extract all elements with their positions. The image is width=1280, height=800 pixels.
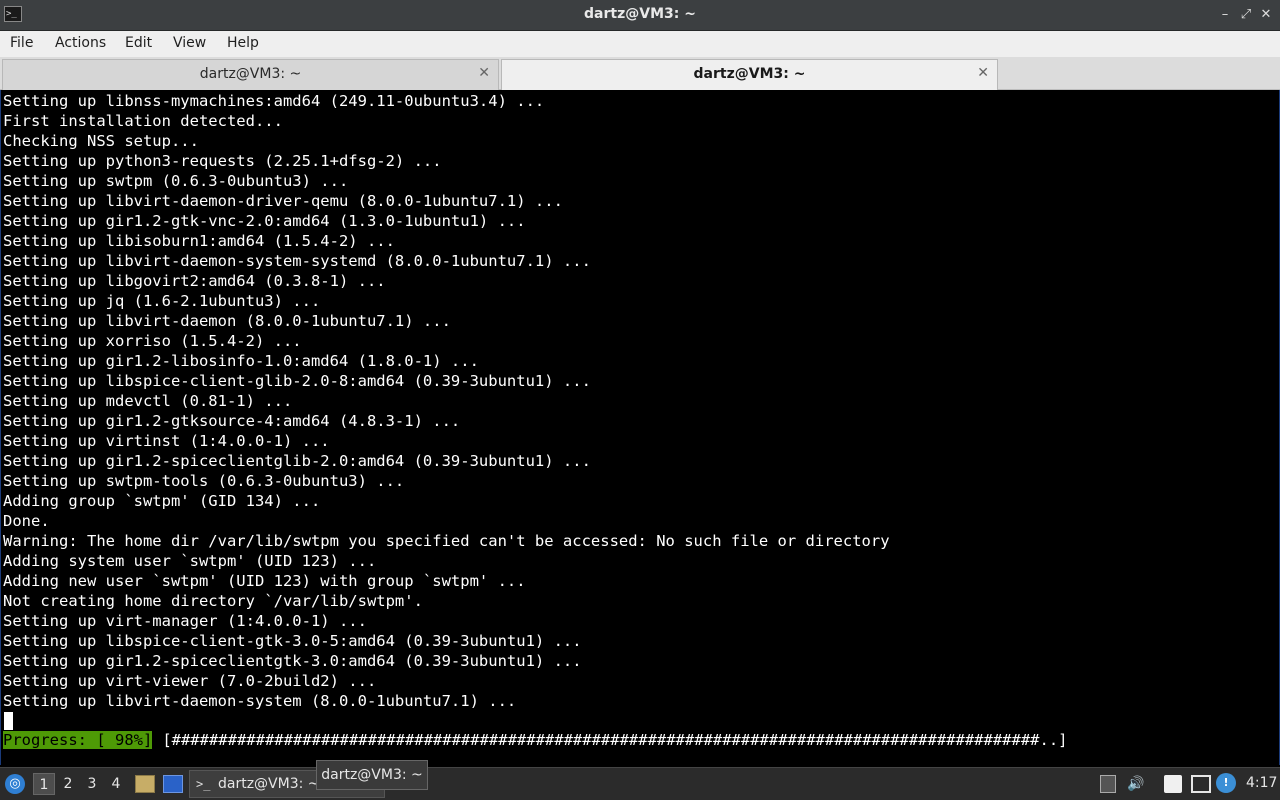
terminal-line: Setting up python3-requests (2.25.1+dfsg…	[3, 152, 442, 170]
tab-label: dartz@VM3: ~	[199, 66, 302, 82]
file-manager-icon[interactable]	[135, 775, 155, 793]
workspace-2[interactable]: 2	[57, 773, 79, 795]
clipboard-icon[interactable]	[1164, 775, 1182, 793]
terminal-line: First installation detected...	[3, 112, 283, 130]
terminal-line: Setting up libvirt-daemon-system (8.0.0-…	[3, 692, 517, 710]
apt-progress: Progress: [ 98%] [#######################…	[3, 730, 1068, 750]
tab-bar: dartz@VM3: ~ ✕ dartz@VM3: ~ ✕	[0, 57, 1280, 91]
taskbar: ◎ 1 2 3 4 >_ dartz@VM3: ~ 🔊 ! 4:17	[0, 767, 1280, 800]
terminal-icon: >_	[196, 777, 211, 791]
terminal-line: Setting up xorriso (1.5.4-2) ...	[3, 332, 302, 350]
terminal-line: Setting up libvirt-daemon (8.0.0-1ubuntu…	[3, 312, 451, 330]
terminal-line: Adding new user `swtpm' (UID 123) with g…	[3, 572, 526, 590]
close-button[interactable]: ✕	[1257, 5, 1275, 25]
terminal-line: Setting up libvirt-daemon-system-systemd…	[3, 252, 591, 270]
tab-label: dartz@VM3: ~	[693, 66, 806, 82]
progress-label: Progress: [ 98%]	[3, 731, 153, 749]
show-desktop-icon[interactable]	[163, 775, 183, 793]
terminal-output: Setting up libnss-mymachines:amd64 (249.…	[3, 91, 890, 711]
menu-file[interactable]: File	[10, 35, 33, 51]
menu-bar: File Actions Edit View Help	[0, 31, 1280, 57]
terminal-line: Setting up virtinst (1:4.0.0-1) ...	[3, 432, 330, 450]
terminal-line: Adding group `swtpm' (GID 134) ...	[3, 492, 321, 510]
tab-terminal-2[interactable]: dartz@VM3: ~ ✕	[501, 59, 998, 91]
terminal-line: Setting up gir1.2-spiceclientglib-2.0:am…	[3, 452, 591, 470]
terminal-line: Done.	[3, 512, 50, 530]
window-title: dartz@VM3: ~	[584, 6, 696, 22]
task-label: dartz@VM3: ~	[218, 776, 320, 792]
terminal-line: Checking NSS setup...	[3, 132, 199, 150]
terminal-line: Setting up libgovirt2:amd64 (0.3.8-1) ..…	[3, 272, 386, 290]
menu-help[interactable]: Help	[227, 35, 259, 51]
terminal-line: Setting up swtpm-tools (0.6.3-0ubuntu3) …	[3, 472, 405, 490]
terminal-line: Setting up swtpm (0.6.3-0ubuntu3) ...	[3, 172, 349, 190]
terminal-line: Setting up gir1.2-gtk-vnc-2.0:amd64 (1.3…	[3, 212, 526, 230]
terminal-line: Setting up libvirt-daemon-driver-qemu (8…	[3, 192, 563, 210]
task-tooltip: dartz@VM3: ~	[316, 760, 428, 790]
terminal-view[interactable]: Setting up libnss-mymachines:amd64 (249.…	[0, 90, 1280, 765]
terminal-line: Setting up libnss-mymachines:amd64 (249.…	[3, 92, 545, 110]
terminal-line: Setting up jq (1.6-2.1ubuntu3) ...	[3, 292, 321, 310]
terminal-line: Not creating home directory `/var/lib/sw…	[3, 592, 423, 610]
menu-edit[interactable]: Edit	[125, 35, 152, 51]
terminal-line: Setting up libspice-client-glib-2.0-8:am…	[3, 372, 591, 390]
terminal-cursor	[4, 712, 13, 730]
workspace-1[interactable]: 1	[33, 773, 55, 795]
menu-actions[interactable]: Actions	[55, 35, 106, 51]
terminal-line: Setting up gir1.2-libosinfo-1.0:amd64 (1…	[3, 352, 479, 370]
start-menu-icon[interactable]: ◎	[5, 774, 25, 794]
tab-close-icon[interactable]: ✕	[478, 65, 490, 81]
clock[interactable]: 4:17	[1246, 775, 1277, 791]
terminal-line: Setting up libspice-client-gtk-3.0-5:amd…	[3, 632, 582, 650]
terminal-line: Setting up virt-manager (1:4.0.0-1) ...	[3, 612, 367, 630]
terminal-line: Adding system user `swtpm' (UID 123) ...	[3, 552, 377, 570]
menu-view[interactable]: View	[173, 35, 206, 51]
maximize-button[interactable]: ⤢	[1237, 5, 1255, 25]
terminal-line: Warning: The home dir /var/lib/swtpm you…	[3, 532, 890, 550]
terminal-line: Setting up libisoburn1:amd64 (1.5.4-2) .…	[3, 232, 395, 250]
window-titlebar[interactable]: >_ dartz@VM3: ~ – ⤢ ✕	[0, 0, 1280, 31]
progress-bar: [#######################################…	[162, 731, 1068, 749]
eject-icon[interactable]	[1100, 775, 1116, 793]
tab-close-icon[interactable]: ✕	[977, 65, 989, 81]
workspace-4[interactable]: 4	[105, 773, 127, 795]
minimize-button[interactable]: –	[1216, 5, 1234, 25]
terminal-line: Setting up gir1.2-gtksource-4:amd64 (4.8…	[3, 412, 461, 430]
terminal-line: Setting up gir1.2-spiceclientgtk-3.0:amd…	[3, 652, 582, 670]
terminal-line: Setting up mdevctl (0.81-1) ...	[3, 392, 293, 410]
network-icon[interactable]	[1191, 775, 1211, 793]
terminal-line: Setting up virt-viewer (7.0-2build2) ...	[3, 672, 377, 690]
tab-terminal-1[interactable]: dartz@VM3: ~ ✕	[2, 59, 499, 90]
workspace-3[interactable]: 3	[81, 773, 103, 795]
updates-icon[interactable]: !	[1216, 773, 1236, 793]
volume-icon[interactable]: 🔊	[1127, 775, 1145, 793]
